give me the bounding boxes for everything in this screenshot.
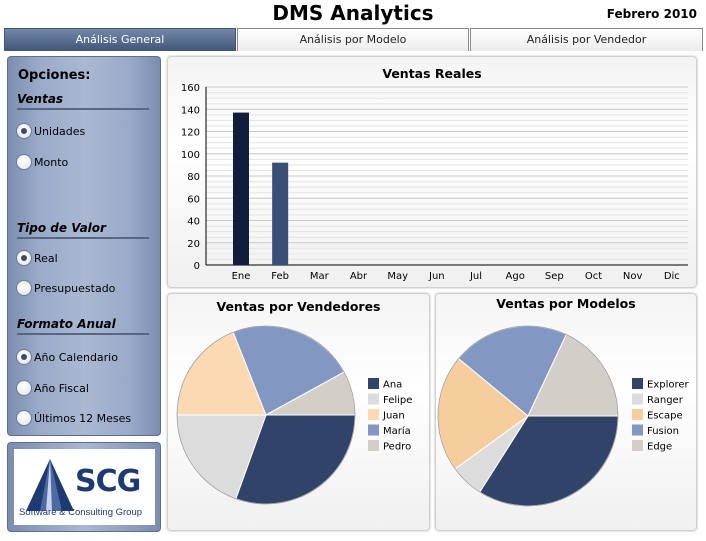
x-tick-label: Mar [310, 271, 330, 282]
y-tick-label: 140 [181, 105, 200, 116]
legend-swatch [368, 378, 379, 389]
legend-swatch [368, 409, 379, 420]
radio-ano-fiscal-circle[interactable] [16, 380, 32, 396]
radio-unidades-circle[interactable] [16, 123, 32, 139]
x-tick-label: Dic [664, 271, 680, 282]
radio-unidades-label: Unidades [34, 124, 86, 138]
x-tick-label: Feb [271, 271, 289, 282]
radio-monto-label: Monto [34, 155, 69, 169]
logo-subtitle: Software & Consulting Group [19, 507, 143, 518]
radio-ultimos-12-meses-circle[interactable] [16, 410, 32, 426]
x-tick-label: Jul [469, 271, 482, 282]
y-tick-label: 40 [187, 217, 200, 228]
radio-presupuestado-circle[interactable] [16, 280, 32, 296]
formato-anual-heading: Formato Anual [17, 317, 116, 331]
legend-label: Felipe [383, 395, 412, 406]
legend-swatch [368, 440, 379, 451]
tipo-valor-divider [17, 237, 149, 239]
legend-label: Escape [647, 411, 683, 422]
ventas-vendedores-panel: Ventas por Vendedores Ana Felipe Juan María… [167, 293, 430, 531]
ventas-reales-chart: 0 20 40 60 80 100 120 140 160 Ene Feb Mar Abr May Jun J… [181, 83, 688, 282]
formato-anual-divider [17, 333, 149, 335]
y-tick-label: 60 [187, 194, 200, 205]
x-tick-label: Jun [428, 271, 445, 282]
legend-label: Fusion [647, 426, 679, 437]
radio-ultimos-12-meses[interactable]: Últimos 12 Meses [16, 410, 131, 426]
radio-ano-calendario-label: Año Calendario [34, 350, 118, 364]
options-panel: Opciones: Ventas Unidades Monto Tipo de … [7, 56, 161, 436]
x-tick-label: Ene [232, 271, 251, 282]
legend-swatch [632, 409, 643, 420]
radio-real-circle[interactable] [16, 250, 32, 266]
radio-ano-fiscal[interactable]: Año Fiscal [16, 380, 89, 396]
legend-swatch [368, 393, 379, 405]
tab-analisis-por-vendedor[interactable]: Análisis por Vendedor [470, 28, 703, 51]
app-title: DMS Analytics [272, 1, 434, 25]
legend-label: María [383, 425, 411, 437]
x-tick-label: May [387, 271, 408, 282]
y-tick-label: 0 [194, 261, 200, 272]
tipo-valor-heading: Tipo de Valor [17, 221, 106, 235]
logo-box: SCG Software & Consulting Group [7, 442, 161, 532]
x-tick-label: Sep [545, 271, 564, 282]
radio-real-label: Real [34, 251, 58, 265]
x-tick-label: Oct [585, 271, 602, 282]
y-tick-label: 160 [181, 83, 200, 94]
legend-label: Juan [382, 411, 405, 422]
ventas-reales-panel: Ventas Reales 0 20 40 60 80 100 120 140 160 Ene Fe… [167, 56, 697, 288]
x-tick-label: Ago [506, 271, 525, 282]
ventas-divider [17, 108, 149, 110]
radio-ano-calendario-circle[interactable] [16, 349, 32, 365]
legend-swatch [632, 440, 643, 451]
legend-swatch [632, 393, 643, 405]
legend-label: Ana [383, 380, 402, 391]
tab-analisis-general[interactable]: Análisis General [4, 28, 236, 51]
radio-real[interactable]: Real [16, 250, 58, 266]
y-tick-label: 80 [187, 172, 200, 183]
radio-unidades[interactable]: Unidades [16, 123, 85, 139]
ventas-modelos-panel: Ventas por Modelos Explorer Ranger Escape F… [435, 293, 697, 531]
radio-ano-calendario[interactable]: Año Calendario [16, 349, 118, 365]
y-tick-label: 120 [181, 128, 200, 139]
legend-label: Explorer [647, 380, 690, 391]
period-label: Febrero 2010 [606, 7, 697, 21]
legend-label: Ranger [647, 395, 684, 406]
y-tick-label: 20 [187, 239, 200, 250]
legend-swatch [632, 378, 643, 389]
legend-swatch [368, 424, 379, 436]
ventas-heading: Ventas [17, 92, 64, 106]
bar-ene[interactable] [233, 112, 249, 266]
options-title: Opciones: [18, 68, 91, 83]
radio-presupuestado-label: Presupuestado [34, 281, 116, 295]
radio-monto[interactable]: Monto [16, 154, 68, 170]
legend-label: Edge [647, 442, 672, 453]
radio-monto-circle[interactable] [16, 154, 32, 170]
legend-label: Pedro [383, 442, 411, 453]
ventas-vendedores-chart: Ana Felipe Juan María Pedro [176, 325, 412, 505]
ventas-modelos-chart: Explorer Ranger Escape Fusion Edge [437, 325, 690, 507]
logo-text: SCG [75, 464, 141, 499]
x-tick-label: Abr [350, 271, 368, 282]
bar-feb[interactable] [272, 162, 289, 265]
logo: SCG Software & Consulting Group [14, 449, 155, 525]
radio-ano-fiscal-label: Año Fiscal [34, 381, 89, 395]
y-tick-label: 100 [181, 150, 200, 161]
x-tick-label: Nov [623, 271, 643, 282]
radio-presupuestado[interactable]: Presupuestado [16, 280, 115, 296]
radio-ultimos-12-meses-label: Últimos 12 Meses [34, 411, 132, 425]
legend-swatch [632, 424, 643, 436]
tab-analisis-por-modelo[interactable]: Análisis por Modelo [237, 28, 469, 51]
